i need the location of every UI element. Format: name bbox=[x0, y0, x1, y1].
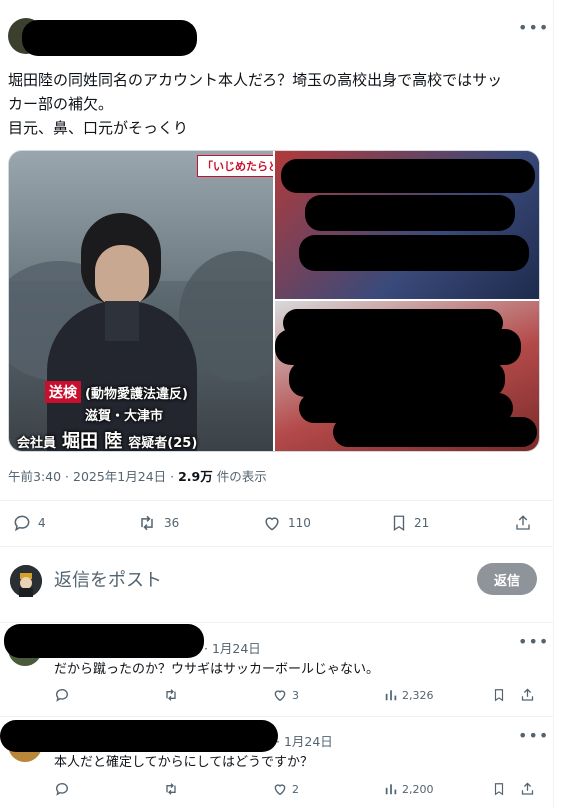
views-icon bbox=[385, 690, 397, 701]
tweet-column: ••• 堀田陸の同姓同名のアカウント本人だろ？埼玉の高校出身で高校ではサッ カー… bbox=[0, 0, 553, 808]
repost-count: 36 bbox=[164, 516, 180, 530]
like-icon bbox=[274, 784, 286, 796]
redacted-reply-name bbox=[4, 624, 204, 658]
news-tag: 「いじめたらど bbox=[197, 155, 273, 177]
divider bbox=[0, 622, 553, 623]
reply-date[interactable]: · 1月24日 bbox=[276, 731, 333, 750]
post-text-line: 目元、鼻、口元がそっくり bbox=[8, 119, 189, 137]
news-caption: 送検 (動物愛護法違反) 滋賀・大津市 会社員 堀田 陸 容疑者(25) bbox=[9, 375, 273, 451]
views-button[interactable]: 2,326 bbox=[384, 687, 434, 703]
divider bbox=[0, 546, 553, 547]
caption-suffix: 容疑者(25) bbox=[128, 436, 198, 451]
reply-icon bbox=[56, 783, 68, 796]
column-border bbox=[553, 0, 554, 808]
views-count: 2.9万 bbox=[178, 469, 213, 484]
reply-icon bbox=[14, 515, 30, 532]
redacted-photo-top[interactable] bbox=[275, 151, 539, 299]
redacted-reply-name bbox=[0, 720, 278, 752]
like-button[interactable]: 2 bbox=[272, 781, 299, 797]
repost-icon bbox=[141, 515, 153, 531]
reply-input[interactable]: 返信をポスト bbox=[54, 566, 162, 592]
reply-date[interactable]: · 1月24日 bbox=[204, 638, 261, 657]
reply-icon bbox=[56, 689, 68, 702]
redacted-photo-bottom[interactable] bbox=[275, 301, 539, 451]
bookmark-button[interactable] bbox=[492, 687, 506, 703]
share-icon bbox=[521, 782, 534, 795]
like-count: 110 bbox=[288, 516, 311, 530]
views-count: 2,326 bbox=[402, 688, 434, 702]
views-count: 2,200 bbox=[402, 782, 434, 796]
caption-tag: 送検 bbox=[45, 381, 81, 403]
repost-button[interactable] bbox=[162, 687, 180, 703]
reply-button[interactable] bbox=[54, 687, 70, 703]
repost-button[interactable] bbox=[162, 781, 180, 797]
share-button[interactable] bbox=[520, 781, 535, 797]
reply-text: 本人だと確定してからにしてはどうですか？ bbox=[54, 755, 313, 770]
more-options-button[interactable]: ••• bbox=[518, 18, 549, 37]
caption-location: 滋賀・大津市 bbox=[85, 409, 164, 424]
like-icon bbox=[265, 517, 279, 531]
reply-count: 4 bbox=[38, 516, 46, 530]
reply-text: だから蹴ったのか？ウサギはサッカーボールじゃない。 bbox=[54, 662, 380, 677]
divider bbox=[0, 716, 553, 717]
current-user-avatar[interactable] bbox=[10, 565, 42, 597]
post-media[interactable]: 「いじめたらど 送検 (動物愛護法違反) 滋賀・大津市 会社員 堀田 陸 容疑者… bbox=[8, 150, 540, 452]
repost-icon bbox=[166, 689, 176, 701]
divider bbox=[0, 500, 553, 501]
views-label: 件の表示 bbox=[216, 469, 267, 484]
share-icon bbox=[521, 688, 534, 701]
like-button[interactable]: 3 bbox=[272, 687, 299, 703]
bookmark-button[interactable] bbox=[492, 781, 506, 797]
like-count: 3 bbox=[292, 688, 299, 702]
reply-button[interactable] bbox=[54, 781, 70, 797]
share-button[interactable] bbox=[520, 687, 535, 703]
news-photo[interactable]: 「いじめたらど 送検 (動物愛護法違反) 滋賀・大津市 会社員 堀田 陸 容疑者… bbox=[9, 151, 273, 451]
bookmark-button[interactable]: 21 bbox=[390, 513, 429, 533]
like-button[interactable]: 110 bbox=[262, 513, 311, 533]
views-button[interactable]: 2,200 bbox=[384, 781, 434, 797]
caption-charge: (動物愛護法違反) bbox=[85, 386, 188, 402]
repost-button[interactable]: 36 bbox=[136, 513, 179, 533]
caption-name: 堀田 陸 bbox=[62, 431, 123, 451]
redacted-author-name bbox=[22, 20, 197, 56]
bookmark-icon bbox=[494, 689, 504, 702]
post-text-line: 堀田陸の同姓同名のアカウント本人だろ？埼玉の高校出身で高校ではサッ bbox=[8, 71, 503, 89]
caption-role: 会社員 bbox=[17, 436, 57, 451]
bookmark-icon bbox=[393, 515, 405, 532]
more-options-button[interactable]: ••• bbox=[518, 632, 549, 651]
reply-button[interactable]: 4 bbox=[12, 513, 46, 533]
bookmark-count: 21 bbox=[414, 516, 430, 530]
share-button[interactable] bbox=[514, 513, 532, 533]
reply-submit-button[interactable]: 返信 bbox=[477, 563, 537, 595]
more-options-button[interactable]: ••• bbox=[518, 726, 549, 745]
post-timestamp[interactable]: 午前3:40 · 2025年1月24日 · bbox=[8, 469, 174, 484]
repost-icon bbox=[166, 783, 176, 795]
bookmark-icon bbox=[494, 783, 504, 796]
like-icon bbox=[274, 690, 286, 702]
post-text-line: カー部の補欠。 bbox=[8, 95, 114, 113]
views-icon bbox=[385, 784, 397, 795]
share-icon bbox=[516, 515, 530, 530]
post-meta: 午前3:40 · 2025年1月24日 · 2.9万 件の表示 bbox=[8, 466, 267, 485]
post-text: 堀田陸の同姓同名のアカウント本人だろ？埼玉の高校出身で高校ではサッ カー部の補欠… bbox=[8, 68, 543, 140]
like-count: 2 bbox=[292, 782, 299, 796]
